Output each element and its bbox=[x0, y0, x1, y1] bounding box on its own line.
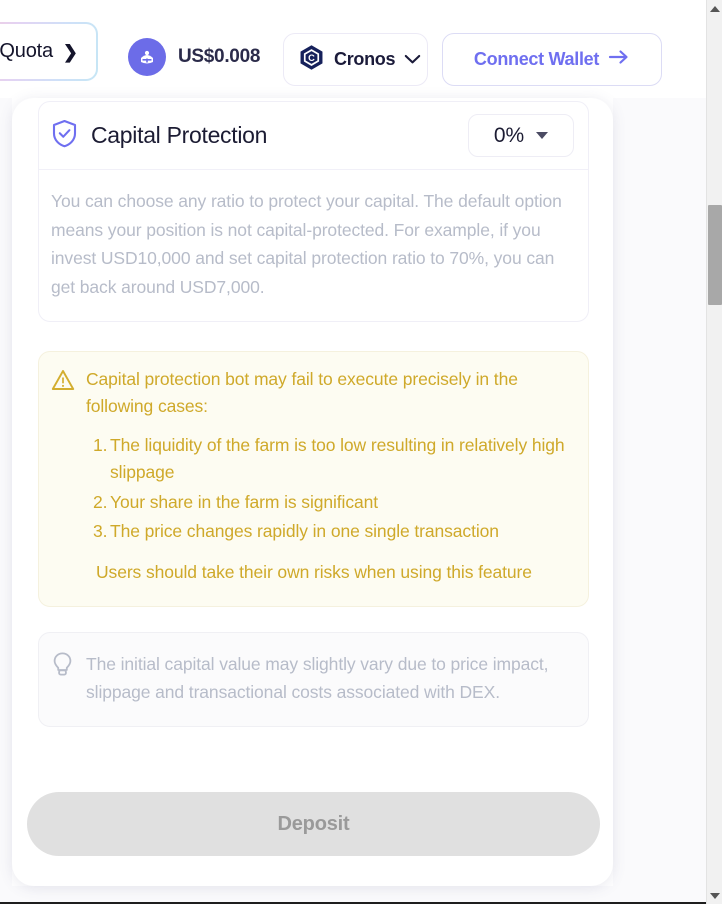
list-item-number: 2. bbox=[93, 491, 108, 512]
chevron-down-icon bbox=[404, 54, 421, 65]
capital-protection-title-group: Capital Protection bbox=[51, 119, 468, 153]
deposit-button-label: Deposit bbox=[277, 812, 350, 835]
cronos-logo-icon: C bbox=[298, 44, 325, 76]
capital-protection-warning-box: Capital protection bot may fail to execu… bbox=[38, 351, 589, 607]
page-background-left bbox=[0, 98, 12, 904]
quota-button-inner: Quota ❯ bbox=[0, 24, 96, 79]
warning-heading-text: Capital protection bot may fail to execu… bbox=[86, 369, 518, 417]
token-avatar-icon bbox=[128, 38, 166, 76]
list-item: 1. The liquidity of the farm is too low … bbox=[93, 432, 572, 486]
app-header: Quota ❯ US$0.008 C Cronos Connect Wallet bbox=[0, 8, 706, 94]
quota-button[interactable]: Quota ❯ bbox=[0, 22, 98, 81]
list-item: 2. Your share in the farm is significant bbox=[93, 489, 572, 516]
ratio-value: 0% bbox=[493, 123, 525, 147]
token-price-display: US$0.008 bbox=[128, 38, 260, 76]
capital-protection-description: You can choose any ratio to protect your… bbox=[51, 191, 562, 297]
connect-wallet-label: Connect Wallet bbox=[473, 49, 600, 69]
capital-protection-ratio-select[interactable]: 0% bbox=[468, 114, 574, 157]
vertical-scrollbar[interactable] bbox=[706, 0, 722, 904]
shield-check-icon bbox=[51, 119, 78, 153]
warning-triangle-icon bbox=[51, 366, 75, 397]
chevron-right-icon: ❯ bbox=[62, 41, 78, 62]
capital-protection-body: You can choose any ratio to protect your… bbox=[39, 170, 588, 321]
capital-value-tip-box: The initial capital value may slightly v… bbox=[38, 632, 589, 727]
warning-footer-text: Users should take their own risks when u… bbox=[96, 561, 532, 582]
lightbulb-icon bbox=[51, 649, 74, 682]
list-item-text: The price changes rapidly in one single … bbox=[110, 520, 499, 541]
token-price-value: US$0.008 bbox=[178, 46, 261, 67]
app-root: Quota ❯ US$0.008 C Cronos Connect Wallet… bbox=[0, 0, 722, 904]
list-item-text: The liquidity of the farm is too low res… bbox=[110, 435, 565, 483]
capital-value-tip-text: The initial capital value may slightly v… bbox=[86, 654, 549, 702]
quota-label: Quota bbox=[0, 40, 53, 62]
deposit-modal: Capital Protection 0% You can choose any… bbox=[12, 98, 613, 886]
top-strip bbox=[0, 0, 706, 8]
capital-protection-card: Capital Protection 0% You can choose any… bbox=[38, 101, 589, 323]
chain-name-label: Cronos bbox=[334, 49, 396, 69]
capital-protection-header: Capital Protection 0% bbox=[39, 102, 588, 170]
page-background-right bbox=[613, 98, 706, 904]
list-item-number: 1. bbox=[93, 435, 108, 456]
svg-text:C: C bbox=[308, 53, 315, 63]
warning-item-list: 1. The liquidity of the farm is too low … bbox=[51, 432, 572, 545]
scroll-up-arrow-icon[interactable] bbox=[707, 0, 722, 17]
list-item-text: Your share in the farm is significant bbox=[110, 491, 379, 512]
connect-wallet-button[interactable]: Connect Wallet bbox=[442, 33, 662, 86]
list-item: 3. The price changes rapidly in one sing… bbox=[93, 518, 572, 545]
deposit-button[interactable]: Deposit bbox=[27, 792, 600, 856]
chain-selector[interactable]: C Cronos bbox=[283, 33, 428, 86]
list-item-number: 3. bbox=[93, 520, 108, 541]
scrollbar-thumb[interactable] bbox=[708, 205, 722, 305]
chevron-down-icon bbox=[536, 132, 549, 139]
capital-protection-title: Capital Protection bbox=[91, 122, 268, 148]
scroll-down-arrow-icon[interactable] bbox=[707, 887, 722, 904]
warning-heading-row: Capital protection bot may fail to execu… bbox=[51, 366, 572, 420]
arrow-right-icon bbox=[608, 48, 630, 71]
